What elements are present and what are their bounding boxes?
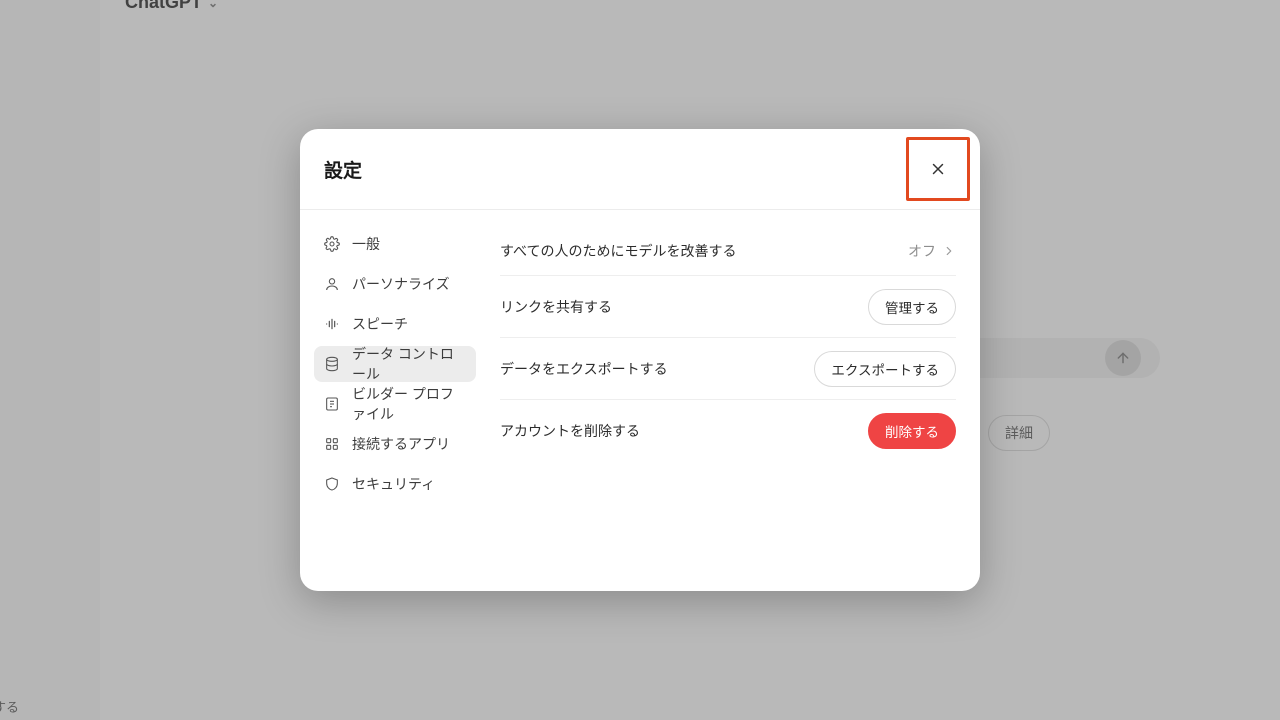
export-button[interactable]: エクスポートする — [814, 351, 956, 387]
nav-item-builder-profile[interactable]: ビルダー プロファイル — [314, 386, 476, 422]
row-label: アカウントを削除する — [500, 421, 640, 441]
nav-item-label: パーソナライズ — [352, 274, 450, 294]
shield-icon — [324, 476, 340, 492]
modal-body: 一般 パーソナライズ スピーチ データ コントロール ビルダー プロファイル 接… — [300, 210, 980, 591]
row-label: すべての人のためにモデルを改善する — [500, 241, 736, 261]
nav-item-data-controls[interactable]: データ コントロール — [314, 346, 476, 382]
row-value: オフ — [908, 241, 956, 261]
settings-modal: 設定 一般 パーソナライズ スピーチ データ コントロール — [300, 129, 980, 591]
row-delete-account: アカウントを削除する 削除する — [500, 400, 956, 462]
nav-item-speech[interactable]: スピーチ — [314, 306, 476, 342]
manage-button[interactable]: 管理する — [868, 289, 956, 325]
nav-item-label: 接続するアプリ — [352, 434, 450, 454]
nav-item-label: スピーチ — [352, 314, 408, 334]
chevron-right-icon — [942, 244, 956, 258]
delete-button[interactable]: 削除する — [868, 413, 956, 449]
audio-wave-icon — [324, 316, 340, 332]
row-improve-model[interactable]: すべての人のためにモデルを改善する オフ — [500, 226, 956, 276]
modal-header: 設定 — [300, 129, 980, 210]
gear-icon — [324, 236, 340, 252]
nav-item-security[interactable]: セキュリティ — [314, 466, 476, 502]
nav-item-label: 一般 — [352, 234, 380, 254]
nav-item-label: データ コントロール — [352, 344, 466, 384]
settings-content: すべての人のためにモデルを改善する オフ リンクを共有する 管理する データをエ… — [486, 210, 980, 591]
row-label: リンクを共有する — [500, 297, 612, 317]
row-export-data: データをエクスポートする エクスポートする — [500, 338, 956, 400]
close-button[interactable] — [920, 151, 956, 187]
id-card-icon — [324, 396, 340, 412]
database-icon — [324, 356, 340, 372]
nav-item-general[interactable]: 一般 — [314, 226, 476, 262]
nav-item-personalize[interactable]: パーソナライズ — [314, 266, 476, 302]
nav-item-connected-apps[interactable]: 接続するアプリ — [314, 426, 476, 462]
nav-item-label: セキュリティ — [352, 474, 435, 494]
nav-item-label: ビルダー プロファイル — [352, 384, 466, 424]
modal-title: 設定 — [324, 156, 362, 183]
settings-nav: 一般 パーソナライズ スピーチ データ コントロール ビルダー プロファイル 接… — [300, 210, 486, 591]
close-icon — [929, 160, 947, 178]
person-icon — [324, 276, 340, 292]
row-value-text: オフ — [908, 241, 936, 261]
row-share-links: リンクを共有する 管理する — [500, 276, 956, 338]
grid-icon — [324, 436, 340, 452]
row-label: データをエクスポートする — [500, 359, 668, 379]
